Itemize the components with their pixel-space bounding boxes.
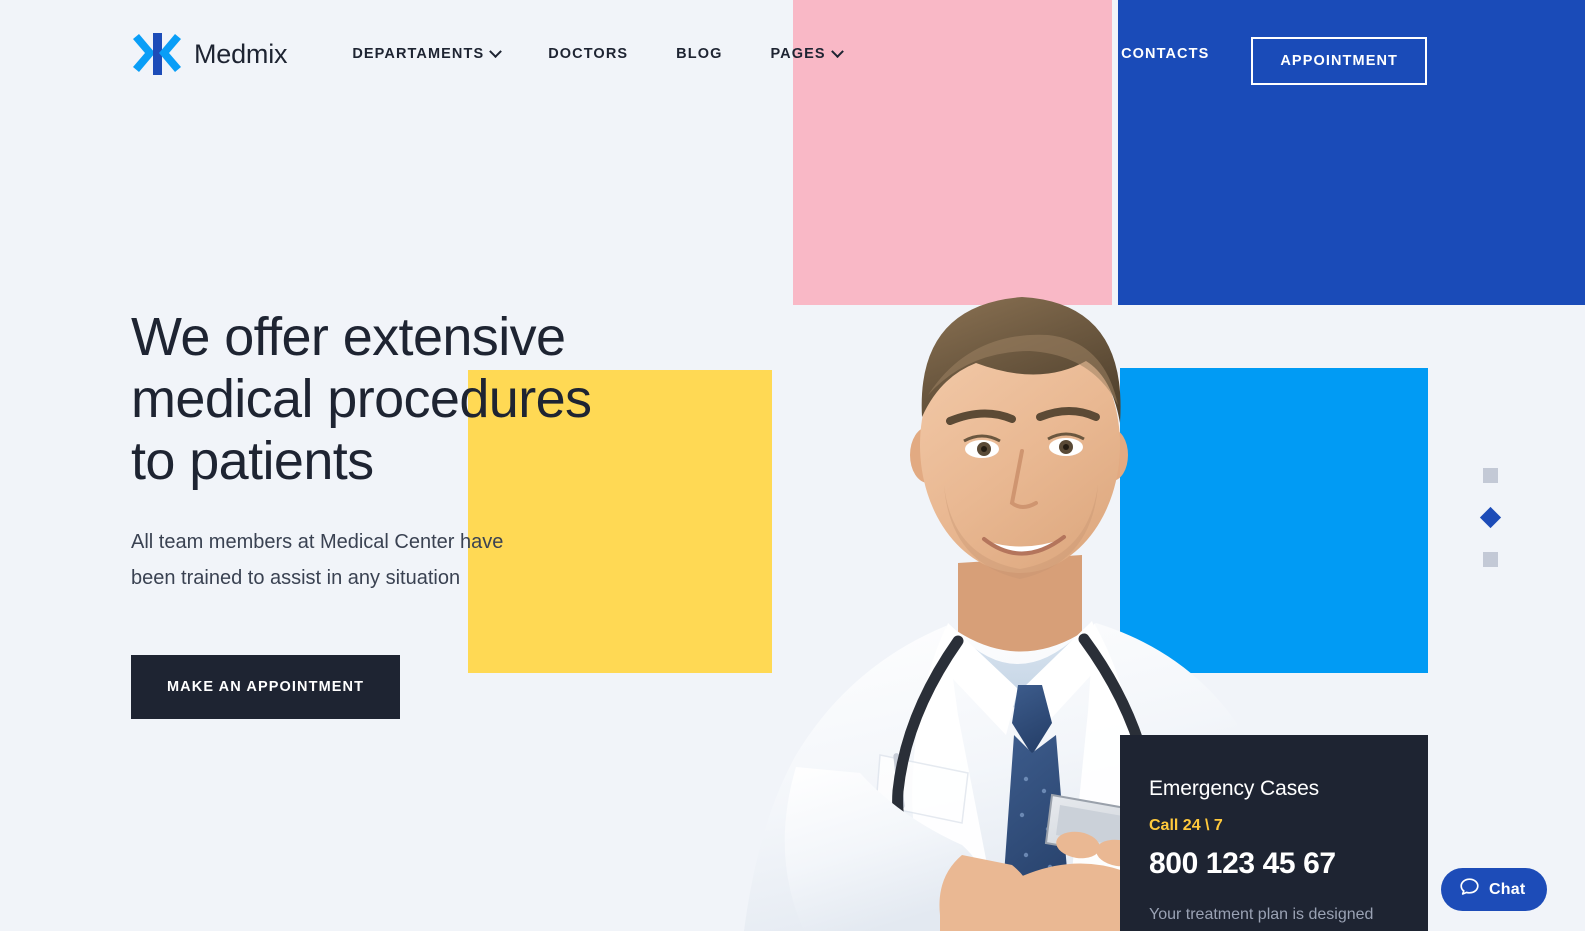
chat-label: Chat xyxy=(1489,880,1526,898)
make-an-appointment-button[interactable]: MAKE AN APPOINTMENT xyxy=(131,655,401,719)
nav-item-doctors[interactable]: DOCTORS xyxy=(524,46,652,62)
chat-widget-button[interactable]: Chat xyxy=(1441,868,1548,911)
chevrons-logo-icon[interactable] xyxy=(131,33,183,75)
emergency-call-label: Call 24 \ 7 xyxy=(1149,817,1223,834)
primary-nav: DEPARTAMENTS DOCTORS BLOG PAGES xyxy=(328,44,865,62)
nav-label: PAGES xyxy=(770,46,826,62)
chevron-down-icon xyxy=(489,44,503,58)
slider-dot-2-active[interactable] xyxy=(1479,506,1502,529)
hero-subtitle: All team members at Medical Center have … xyxy=(131,531,504,589)
brand-name[interactable]: Medmix xyxy=(194,39,288,70)
nav-label: DEPARTAMENTS xyxy=(352,46,485,62)
slider-dot-1[interactable] xyxy=(1483,468,1498,483)
emergency-note: Your treatment plan is designed xyxy=(1149,906,1374,923)
nav-item-departaments[interactable]: DEPARTAMENTS xyxy=(328,44,524,62)
emergency-title: Emergency Cases xyxy=(1149,777,1320,800)
page-root: Medmix DEPARTAMENTS DOCTORS BLOG PAGES C… xyxy=(0,0,1585,931)
emergency-cases-card: Emergency Cases Call 24 \ 7 800 123 45 6… xyxy=(1120,735,1428,931)
slider-pagination xyxy=(1479,468,1502,567)
nav-item-blog[interactable]: BLOG xyxy=(652,46,746,62)
speech-bubble-icon xyxy=(1459,877,1480,903)
hero-content: We offer extensive medical procedures to… xyxy=(131,306,791,719)
chevron-down-icon xyxy=(830,44,844,58)
slider-dot-3[interactable] xyxy=(1483,552,1498,567)
page-title: We offer extensive medical procedures to… xyxy=(131,307,592,491)
appointment-button[interactable]: APPOINTMENT xyxy=(1251,37,1427,85)
emergency-phone-number[interactable]: 800 123 45 67 xyxy=(1149,847,1428,881)
nav-item-contacts[interactable]: CONTACTS xyxy=(1121,46,1209,62)
nav-item-pages[interactable]: PAGES xyxy=(746,44,865,62)
header-left-group: Medmix DEPARTAMENTS DOCTORS BLOG PAGES xyxy=(0,0,866,75)
nav-label: BLOG xyxy=(676,46,723,62)
nav-label: DOCTORS xyxy=(548,46,629,62)
header-right-group: CONTACTS APPOINTMENT xyxy=(1121,0,1585,305)
